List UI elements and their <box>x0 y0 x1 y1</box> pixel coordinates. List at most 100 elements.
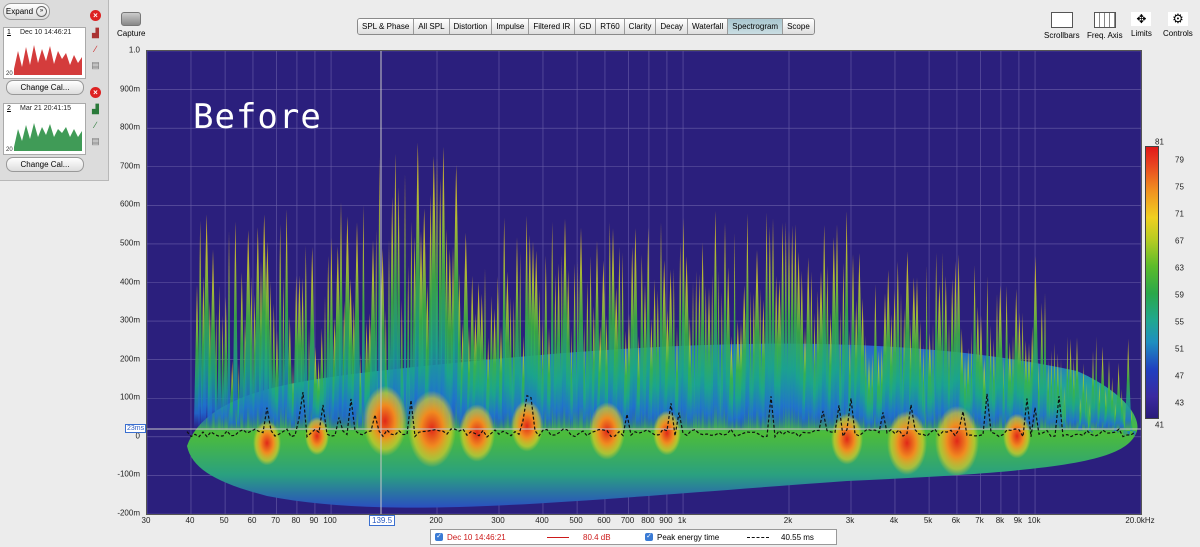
measurement-number: 2 <box>7 105 11 112</box>
change-cal-label: Change Cal... <box>20 83 70 92</box>
x-tick-label: 7k <box>975 516 984 525</box>
freq-axis-button[interactable]: Freq. Axis <box>1087 12 1123 40</box>
close-icon[interactable]: × <box>90 87 101 98</box>
limits-icon: ✥ <box>1131 12 1152 26</box>
tab-scope[interactable]: Scope <box>783 19 814 34</box>
freq-axis-label: Freq. Axis <box>1087 31 1123 40</box>
legend-peak-label: Peak energy time <box>657 532 720 542</box>
x-tick-label: 400 <box>535 516 549 525</box>
tab-impulse[interactable]: Impulse <box>492 19 530 34</box>
hotspot <box>511 400 543 452</box>
spectrogram-ridge <box>232 221 239 431</box>
x-tick-label: 500 <box>569 516 583 525</box>
legend-measurement-line <box>547 536 569 538</box>
measurement-panel: Expand » 1 Dec 10 14:46:21 20 Change Cal… <box>0 0 109 181</box>
color-scale-label: 63 <box>1175 263 1184 273</box>
capture-label: Capture <box>117 29 146 38</box>
color-scale-label: 59 <box>1175 290 1184 300</box>
before-overlay-label: Before <box>193 97 322 137</box>
y-tick-label: 800m <box>119 122 140 132</box>
x-tick-label: 8k <box>995 516 1005 525</box>
tab-decay[interactable]: Decay <box>656 19 689 34</box>
hotspot <box>831 413 863 465</box>
pen-icon[interactable]: ∕ <box>90 120 101 131</box>
y-tick-label: -200m <box>117 508 140 518</box>
hotspot <box>363 385 407 457</box>
hotspot <box>887 411 927 475</box>
legend-peak-line <box>747 536 769 538</box>
tab-all-spl[interactable]: All SPL <box>414 19 450 34</box>
spectrogram-ridges <box>193 142 1136 437</box>
tab-distortion[interactable]: Distortion <box>449 19 493 34</box>
tab-spl-phase[interactable]: SPL & Phase <box>358 19 415 34</box>
x-tick-label: 100 <box>323 516 337 525</box>
x-tick-label: 2k <box>783 516 793 525</box>
measurement-card-2[interactable]: 2 Mar 21 20:41:15 20 <box>3 103 86 155</box>
tab-clarity[interactable]: Clarity <box>624 19 657 34</box>
pen-icon[interactable]: ∕ <box>90 44 101 55</box>
legend-measurement-name: Dec 10 14:46:21 <box>447 532 506 542</box>
spectrogram-plot[interactable]: Before <box>146 50 1142 515</box>
expand-button[interactable]: Expand » <box>3 3 50 20</box>
x-tick-label: 9k <box>1013 516 1023 525</box>
scrollbars-button[interactable]: Scrollbars <box>1044 12 1080 40</box>
x-tick-label: 50 <box>219 516 229 525</box>
capture-button[interactable]: Capture <box>117 12 145 38</box>
spectrogram-ridge <box>572 263 577 431</box>
change-cal-button-1[interactable]: Change Cal... <box>6 80 84 95</box>
color-scale-bar <box>1145 146 1159 419</box>
spectrogram-ridge <box>217 285 222 431</box>
color-scale-label: 41 <box>1155 420 1164 430</box>
color-scale-label: 81 <box>1155 137 1164 147</box>
color-scale-label: 75 <box>1175 182 1184 192</box>
freq-axis-icon <box>1093 12 1116 28</box>
tab-spectrogram[interactable]: Spectrogram <box>728 19 784 34</box>
controls-button[interactable]: ⚙ Controls <box>1163 12 1193 39</box>
tab-filtered-ir[interactable]: Filtered IR <box>529 19 576 34</box>
color-scale-label: 79 <box>1175 155 1184 165</box>
x-tick-label: 1k <box>677 516 687 525</box>
x-tick-label: 20.0kHz <box>1125 516 1155 525</box>
change-cal-label: Change Cal... <box>20 160 70 169</box>
color-scale-label: 51 <box>1175 344 1184 354</box>
color-scale-label: 71 <box>1175 209 1184 219</box>
tab-waterfall[interactable]: Waterfall <box>688 19 729 34</box>
cursor-time-readout[interactable]: 23ms <box>125 424 147 433</box>
legend-bar: ✓ Dec 10 14:46:21 80.4 dB ✓ Peak energy … <box>430 529 837 545</box>
spectrogram-ridge <box>1043 292 1047 431</box>
controls-label: Controls <box>1163 29 1193 38</box>
notes-icon[interactable]: ▤ <box>90 136 101 147</box>
x-tick-label: 90 <box>309 516 319 525</box>
tab-gd[interactable]: GD <box>575 19 597 34</box>
y-tick-label: 300m <box>119 315 140 325</box>
chart-icon[interactable]: ▟ <box>90 28 101 39</box>
measurement-checkbox[interactable]: ✓ <box>435 533 443 541</box>
legend-peak-value: 40.55 ms <box>781 532 814 542</box>
limits-button[interactable]: ✥ Limits <box>1131 12 1152 38</box>
x-tick-label: 3k <box>845 516 855 525</box>
change-cal-button-2[interactable]: Change Cal... <box>6 157 84 172</box>
x-tick-label: 6k <box>951 516 961 525</box>
x-tick-label: 900 <box>659 516 673 525</box>
measurement-card-1[interactable]: 1 Dec 10 14:46:21 20 <box>3 27 86 79</box>
measurement-thumbnail-1 <box>14 45 82 75</box>
graph-tab-bar: SPL & Phase All SPL Distortion Impulse Filte… <box>357 18 815 35</box>
chart-icon[interactable]: ▟ <box>90 104 101 115</box>
measurement-date: Dec 10 14:46:21 <box>20 29 72 36</box>
spectrogram-ridge <box>1124 338 1132 431</box>
spectrogram-ridge <box>303 245 309 431</box>
peak-energy-checkbox[interactable]: ✓ <box>645 533 653 541</box>
notes-icon[interactable]: ▤ <box>90 60 101 71</box>
camera-icon <box>121 12 141 26</box>
spectrogram-ridge <box>403 173 407 431</box>
x-tick-label: 10k <box>1027 516 1041 525</box>
tab-rt60[interactable]: RT60 <box>596 19 625 34</box>
limits-label: Limits <box>1131 29 1152 38</box>
gear-icon: ⚙ <box>1167 12 1188 26</box>
spectrogram-ridge <box>227 230 231 431</box>
y-tick-label: 400m <box>119 277 140 286</box>
cursor-frequency-readout[interactable]: 139.5 <box>369 515 396 526</box>
close-icon[interactable]: × <box>90 10 101 21</box>
expand-label: Expand <box>5 7 34 16</box>
x-tick-label: 80 <box>291 516 301 525</box>
